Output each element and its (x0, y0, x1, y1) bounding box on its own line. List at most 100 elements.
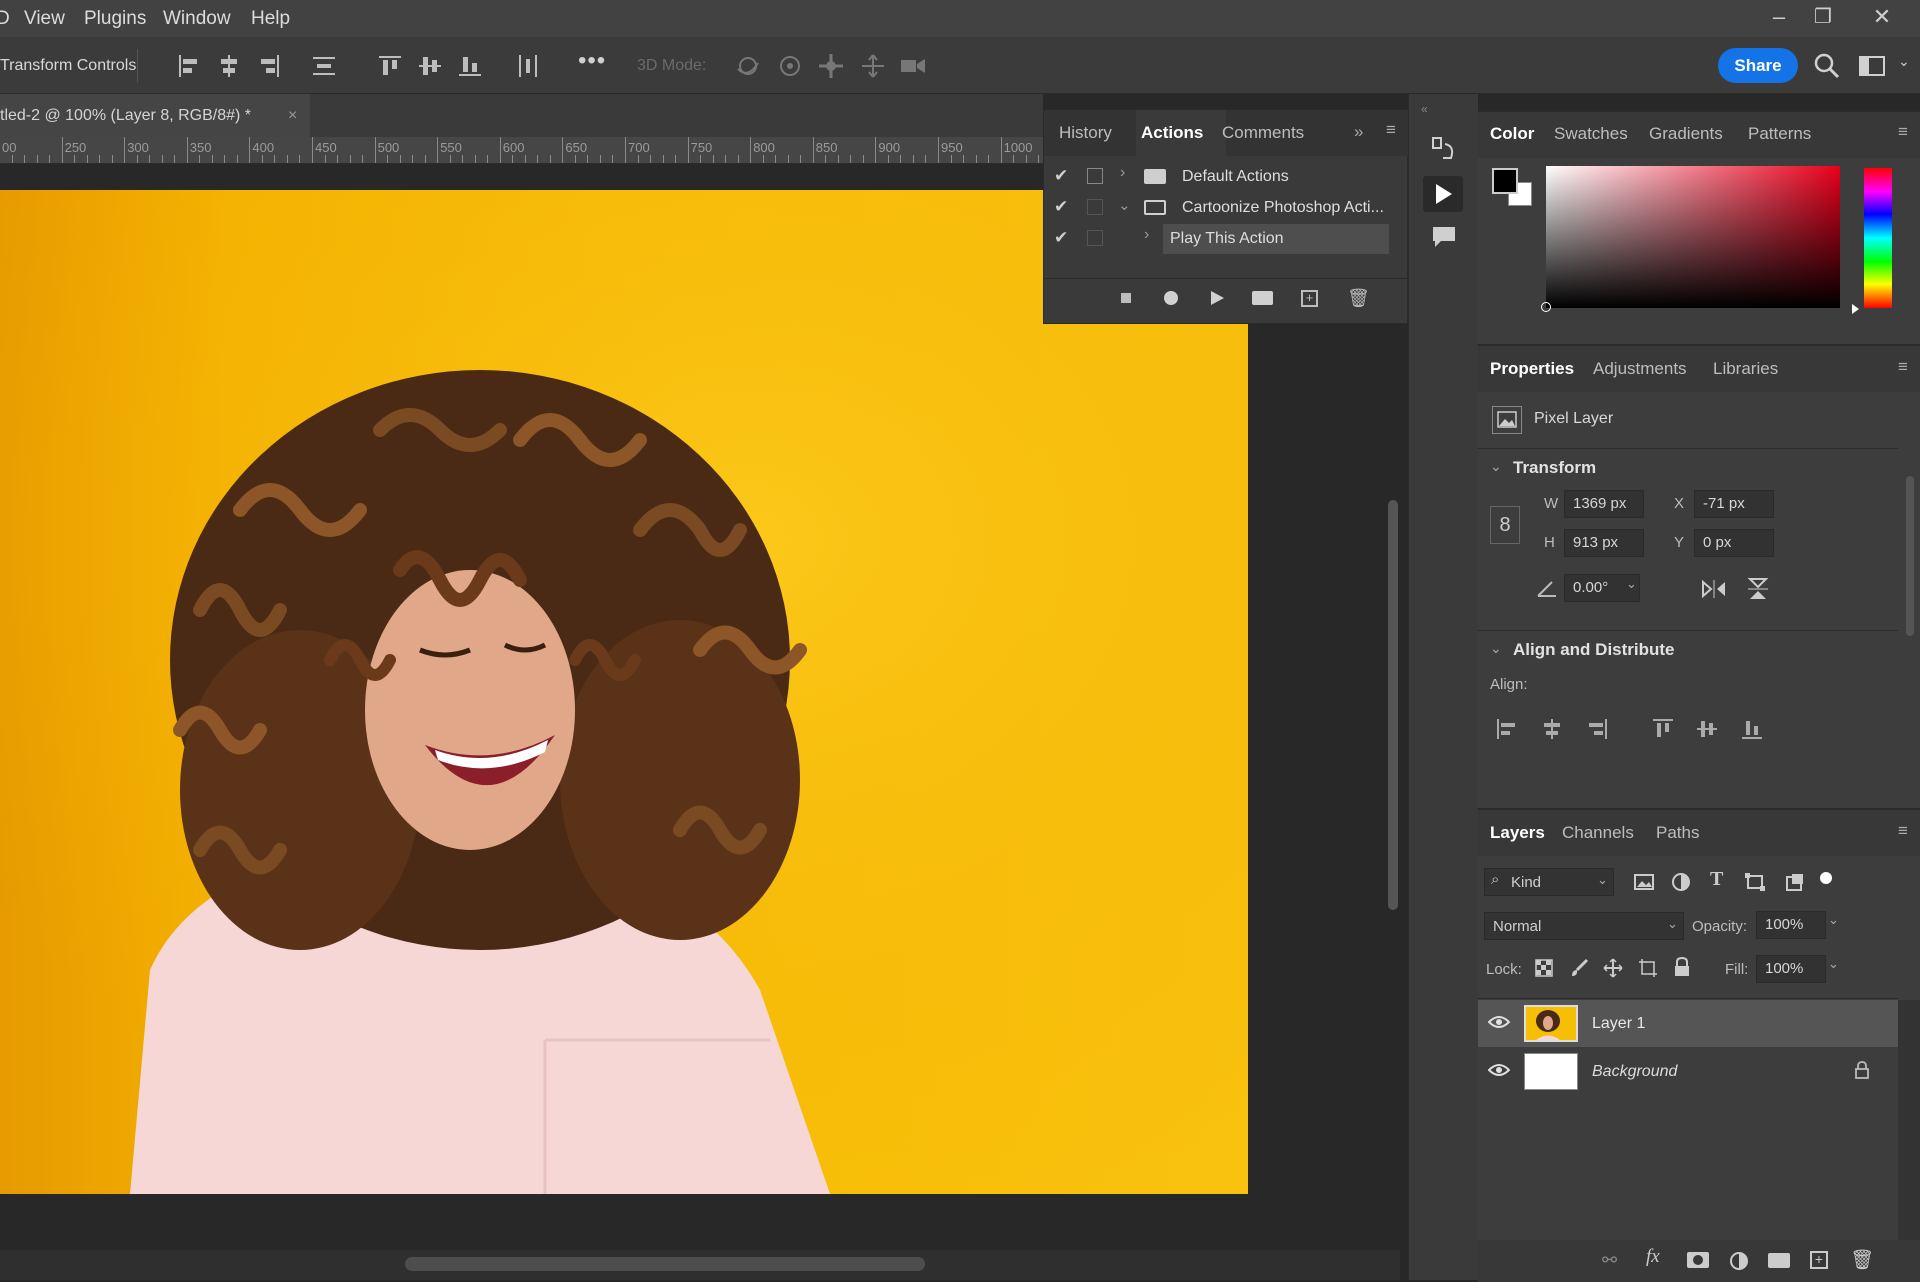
link-layers-icon[interactable]: ⚯ (1602, 1250, 1617, 1271)
vertical-scroll-thumb[interactable] (1388, 500, 1398, 910)
record-icon[interactable] (1164, 291, 1178, 305)
shape-filter-icon[interactable] (1744, 872, 1766, 892)
horizontal-scrollbar[interactable] (0, 1250, 1400, 1280)
align-top-icon[interactable] (1650, 716, 1676, 742)
comments-panel-icon[interactable] (1429, 222, 1459, 252)
tab-actions[interactable]: Actions (1141, 123, 1203, 143)
action-row[interactable]: ✔ › Play This Action (1044, 224, 1389, 255)
3d-slide-icon[interactable] (858, 51, 888, 81)
play-icon[interactable] (1209, 290, 1225, 306)
chevron-right-icon[interactable]: › (1144, 226, 1149, 244)
hue-slider-handle[interactable] (1852, 304, 1859, 314)
menu-item-partial[interactable]: D (0, 0, 10, 37)
opacity-field[interactable]: 100% (1756, 911, 1826, 939)
document-image[interactable] (0, 190, 1248, 1194)
vertical-scrollbar[interactable] (1386, 330, 1400, 1240)
chevron-right-icon[interactable]: › (1120, 164, 1125, 182)
tab-history[interactable]: History (1059, 123, 1112, 143)
type-filter-icon[interactable]: T (1710, 868, 1723, 891)
dialog-toggle-icon[interactable] (1087, 168, 1103, 184)
color-picker-handle[interactable] (1541, 302, 1551, 312)
close-button[interactable]: ✕ (1860, 0, 1904, 37)
align-top-edges-icon[interactable] (375, 51, 405, 81)
menu-item-window[interactable]: Window (163, 0, 231, 37)
menu-item-help[interactable]: Help (251, 0, 290, 37)
layer-name[interactable]: Layer 1 (1592, 1015, 1645, 1033)
dialog-toggle-icon[interactable] (1087, 230, 1103, 246)
chevron-down-icon[interactable]: ⌄ (1118, 196, 1131, 214)
filter-toggle-icon[interactable] (1820, 872, 1832, 884)
share-button[interactable]: Share (1718, 48, 1798, 83)
transform-section-title[interactable]: Transform (1513, 458, 1596, 478)
smart-object-filter-icon[interactable] (1784, 872, 1806, 892)
check-icon[interactable]: ✔ (1054, 166, 1068, 186)
angle-dropdown-icon[interactable]: ⌄ (1626, 576, 1637, 592)
tab-adjustments[interactable]: Adjustments (1593, 359, 1687, 379)
menu-item-plugins[interactable]: Plugins (84, 0, 146, 37)
align-right-icon[interactable] (1584, 716, 1610, 742)
x-field[interactable]: -71 px (1694, 490, 1774, 518)
new-layer-icon[interactable]: + (1810, 1251, 1828, 1269)
distribute-vertical-icon[interactable] (309, 51, 339, 81)
foreground-color-swatch[interactable] (1492, 168, 1518, 194)
menu-item-view[interactable]: View (24, 0, 65, 37)
align-bottom-icon[interactable] (1739, 716, 1765, 742)
align-left-icon[interactable] (1494, 716, 1520, 742)
history-panel-icon[interactable] (1429, 134, 1459, 164)
lock-move-icon[interactable] (1603, 958, 1623, 978)
workspace-dropdown-icon[interactable]: ⌄ (1898, 53, 1910, 70)
tab-layers[interactable]: Layers (1490, 823, 1545, 843)
new-set-folder-icon[interactable] (1252, 291, 1273, 305)
panel-collapse-icon[interactable]: » (1354, 122, 1363, 142)
flip-vertical-icon[interactable] (1746, 576, 1770, 602)
new-action-icon[interactable]: + (1301, 290, 1318, 307)
tab-gradients[interactable]: Gradients (1649, 124, 1723, 144)
tab-patterns[interactable]: Patterns (1748, 124, 1811, 144)
align-horizontal-centers-icon[interactable] (214, 51, 244, 81)
layer-row[interactable]: Background (1478, 1048, 1898, 1095)
trash-icon[interactable]: 🗑 (1347, 288, 1370, 309)
align-bottom-edges-icon[interactable] (455, 51, 485, 81)
visibility-eye-icon[interactable] (1488, 1062, 1510, 1078)
tab-paths[interactable]: Paths (1656, 823, 1699, 843)
document-tab[interactable]: tled-2 @ 100% (Layer 8, RGB/8#) * × (0, 94, 310, 137)
3d-roll-icon[interactable] (775, 51, 805, 81)
width-field[interactable]: 1369 px (1564, 490, 1644, 518)
actions-panel-button[interactable] (1423, 176, 1463, 212)
lock-icon[interactable] (1854, 1060, 1870, 1080)
visibility-eye-icon[interactable] (1488, 1014, 1510, 1030)
adjustment-layer-icon[interactable] (1729, 1251, 1749, 1271)
add-mask-icon[interactable] (1687, 1252, 1709, 1268)
align-right-edges-icon[interactable] (254, 51, 284, 81)
layers-scrollbar[interactable] (1898, 1000, 1920, 1240)
layer-row[interactable]: Layer 1 (1478, 1000, 1898, 1047)
trash-icon[interactable]: 🗑 (1850, 1248, 1874, 1272)
link-icon[interactable]: 8 (1490, 506, 1520, 544)
fill-dropdown-icon[interactable]: ⌄ (1828, 956, 1839, 972)
dialog-toggle-icon[interactable] (1087, 199, 1103, 215)
3d-orbit-icon[interactable] (733, 51, 763, 81)
check-icon[interactable]: ✔ (1054, 197, 1068, 217)
align-middle-icon[interactable] (1694, 716, 1720, 742)
layer-name[interactable]: Background (1592, 1063, 1677, 1081)
align-section-title[interactable]: Align and Distribute (1513, 640, 1675, 660)
panel-menu-icon[interactable]: ≡ (1898, 357, 1908, 377)
blend-mode-dropdown[interactable]: Normal ⌄ (1484, 912, 1684, 940)
distribute-horizontal-icon[interactable] (513, 51, 543, 81)
collapse-arrows-icon[interactable]: « (1421, 102, 1428, 116)
panel-menu-icon[interactable]: ≡ (1898, 821, 1908, 841)
pixel-filter-icon[interactable] (1633, 872, 1655, 892)
properties-scroll-thumb[interactable] (1906, 476, 1914, 636)
fill-field[interactable]: 100% (1756, 955, 1826, 983)
restore-button[interactable]: ❐ (1801, 0, 1845, 37)
color-field[interactable] (1541, 166, 1840, 312)
align-center-icon[interactable] (1539, 716, 1565, 742)
lock-artboard-icon[interactable] (1638, 958, 1658, 978)
lock-all-icon[interactable] (1673, 956, 1691, 978)
height-field[interactable]: 913 px (1564, 529, 1644, 557)
tab-properties[interactable]: Properties (1490, 359, 1574, 379)
align-vertical-centers-icon[interactable] (415, 51, 445, 81)
layer-filter-dropdown[interactable]: ⌕ Kind ⌄ (1484, 868, 1614, 896)
3d-pan-icon[interactable] (816, 51, 846, 81)
workspace-icon[interactable] (1857, 51, 1887, 81)
